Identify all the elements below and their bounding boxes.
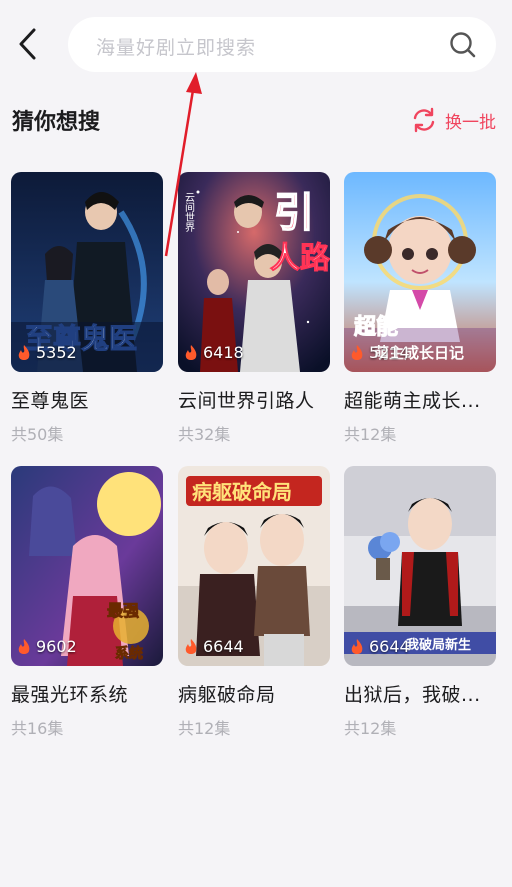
view-count-value: 6644	[369, 637, 410, 656]
refresh-button[interactable]: 换一批	[411, 106, 496, 134]
episode-count: 共12集	[344, 425, 397, 444]
search-input[interactable]: 海量好剧立即搜索	[68, 17, 496, 72]
drama-card[interactable]: 最强 系统 9602 最强光环系统 共16集	[11, 466, 163, 739]
view-count-value: 9602	[36, 637, 77, 656]
back-button[interactable]	[14, 26, 44, 62]
cover-image: 超能 萌主成长日记	[344, 172, 496, 372]
drama-card[interactable]: 引 人路 云间世界 6418 云间世界引路人 共32集	[178, 172, 330, 445]
flame-icon	[185, 638, 197, 654]
cover-image: 至尊鬼医	[11, 172, 163, 372]
cover-title-text: 我破局新生	[406, 637, 471, 653]
refresh-label: 换一批	[445, 112, 496, 133]
cover-image: 病躯破命局	[178, 466, 330, 666]
drama-card[interactable]: 至尊鬼医 5352 至尊鬼医 共50集	[11, 172, 163, 445]
view-count-value: 5214	[369, 343, 410, 362]
drama-title[interactable]: 病躯破命局	[178, 680, 330, 707]
flame-icon	[18, 344, 30, 360]
flame-icon	[18, 638, 30, 654]
refresh-icon	[413, 107, 435, 133]
search-icon[interactable]	[448, 30, 478, 60]
view-count: 9602	[17, 637, 77, 656]
drama-title[interactable]: 至尊鬼医	[11, 386, 163, 413]
drama-card[interactable]: 我破局新生 6644 出狱后，我破... 共12集	[344, 466, 496, 739]
episode-count: 共16集	[11, 719, 64, 738]
drama-cover[interactable]: 我破局新生 6644	[344, 466, 496, 666]
episode-count: 共12集	[178, 719, 231, 738]
svg-text:系统: 系统	[115, 645, 143, 662]
view-count: 5214	[350, 343, 410, 362]
cover-title-text: 病躯破命局	[192, 480, 292, 504]
drama-title[interactable]: 出狱后，我破...	[344, 680, 496, 707]
flame-icon	[351, 344, 363, 360]
drama-cover[interactable]: 最强 系统 9602	[11, 466, 163, 666]
drama-title[interactable]: 云间世界引路人	[178, 386, 330, 413]
view-count-value: 5352	[36, 343, 77, 362]
drama-card[interactable]: 超能 萌主成长日记 5214 超能萌主成长... 共12集	[344, 172, 496, 445]
svg-text:引: 引	[274, 189, 314, 236]
view-count-value: 6644	[203, 637, 244, 656]
flame-icon	[351, 638, 363, 654]
cover-image: 引 人路 云间世界	[178, 172, 330, 372]
episode-count: 共12集	[344, 719, 397, 738]
drama-title[interactable]: 最强光环系统	[11, 680, 163, 707]
section-title: 猜你想搜	[12, 110, 101, 135]
flame-icon	[185, 344, 197, 360]
episode-count: 共50集	[11, 425, 64, 444]
drama-cover[interactable]: 引 人路 云间世界 6418	[178, 172, 330, 372]
cover-image: 我破局新生	[344, 466, 496, 666]
view-count: 5352	[17, 343, 77, 362]
svg-text:云间世界: 云间世界	[183, 192, 195, 233]
svg-text:最强: 最强	[107, 601, 139, 620]
drama-card[interactable]: 病躯破命局 6644 病躯破命局 共12集	[178, 466, 330, 739]
svg-text:人路: 人路	[270, 241, 330, 276]
search-placeholder: 海量好剧立即搜索	[96, 37, 257, 59]
drama-cover[interactable]: 至尊鬼医 5352	[11, 172, 163, 372]
episode-count: 共32集	[178, 425, 231, 444]
svg-text:超能: 超能	[354, 314, 398, 340]
cover-image: 最强 系统	[11, 466, 163, 666]
drama-cover[interactable]: 超能 萌主成长日记 5214	[344, 172, 496, 372]
view-count: 6644	[350, 637, 410, 656]
view-count-value: 6418	[203, 343, 244, 362]
drama-title[interactable]: 超能萌主成长...	[344, 386, 496, 413]
chevron-left-icon	[19, 28, 36, 60]
view-count: 6418	[184, 343, 244, 362]
drama-cover[interactable]: 病躯破命局 6644	[178, 466, 330, 666]
view-count: 6644	[184, 637, 244, 656]
